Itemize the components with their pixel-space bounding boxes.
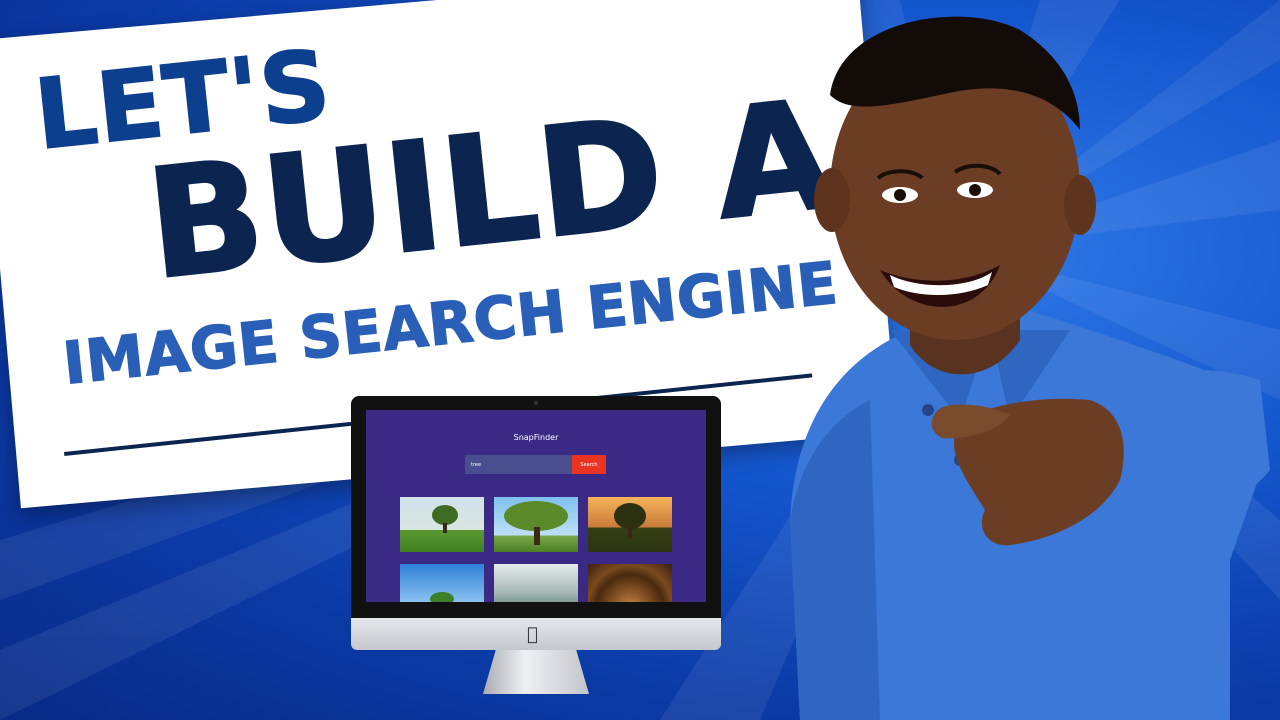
monitor-bezel: SnapFinder tree Search — [351, 396, 721, 618]
app-screen: SnapFinder tree Search — [366, 410, 706, 602]
search-bar: tree Search — [465, 455, 606, 474]
imac-monitor: SnapFinder tree Search — [351, 396, 721, 706]
result-image[interactable] — [494, 497, 578, 552]
app-title: SnapFinder — [513, 433, 559, 442]
pointing-man-photo — [790, 16, 1270, 720]
search-button[interactable]: Search — [572, 455, 606, 474]
apple-logo-icon:  — [527, 624, 538, 645]
monitor-stand — [483, 650, 589, 694]
result-image[interactable] — [400, 497, 484, 552]
image-results-grid — [400, 497, 672, 602]
result-image[interactable] — [400, 564, 484, 602]
search-input[interactable]: tree — [465, 455, 572, 474]
result-image[interactable] — [494, 564, 578, 602]
result-image[interactable] — [588, 497, 672, 552]
camera-dot — [534, 401, 538, 405]
result-image[interactable] — [588, 564, 672, 602]
